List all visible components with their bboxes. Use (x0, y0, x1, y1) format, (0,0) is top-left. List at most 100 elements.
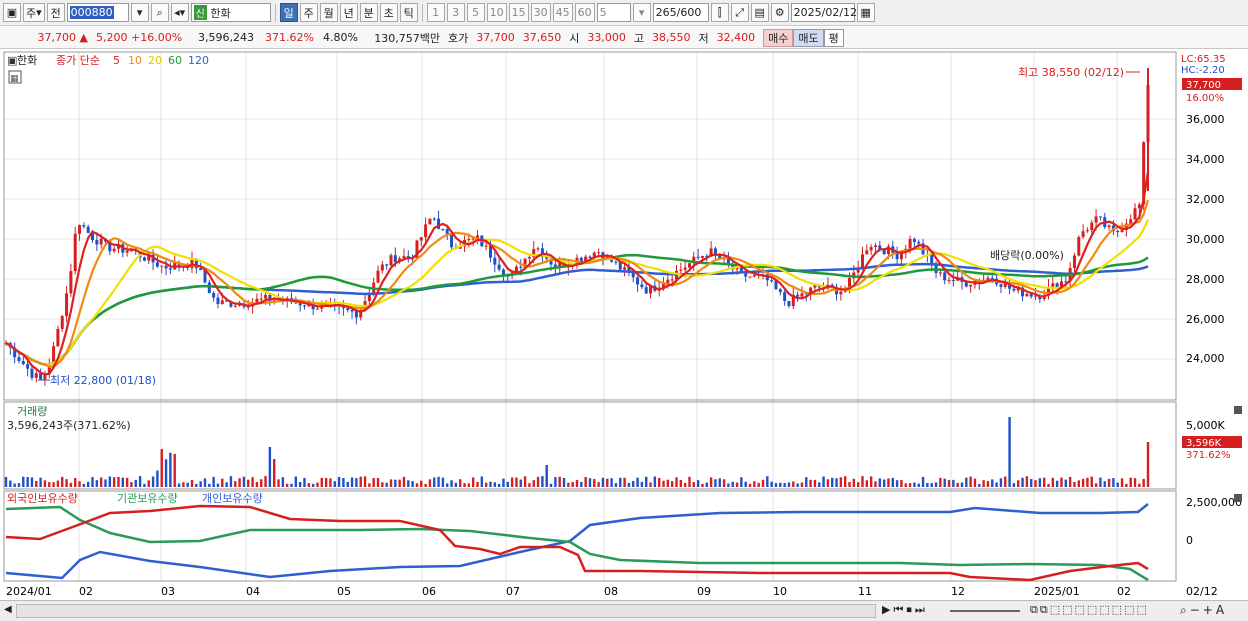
period-day-button[interactable]: 일 (279, 3, 298, 22)
volume-bar (195, 483, 198, 487)
volume-current-pct: 371.62% (1186, 450, 1231, 461)
chart-grid (4, 52, 1176, 581)
date-input[interactable]: 2025/02/12 (790, 3, 857, 22)
minute-10-button[interactable]: 10 (486, 3, 507, 22)
legend-stock-name[interactable]: 한화 (17, 54, 37, 67)
dropdown-icon[interactable]: ▾ (130, 3, 149, 22)
minute-30-button[interactable]: 30 (530, 3, 551, 22)
volume-bar (337, 476, 341, 487)
volume-bar (1125, 483, 1128, 487)
volume-bar (346, 481, 349, 487)
x-tick: 11 (858, 585, 872, 598)
buy-button[interactable]: 매수 (763, 28, 794, 47)
calendar-icon[interactable]: ▦ (856, 3, 875, 22)
period-week-select[interactable]: 주 ▾ (23, 3, 45, 22)
candle-body (1094, 216, 1098, 223)
volume-bar (99, 477, 103, 487)
candle-icon[interactable]: ⫿ (710, 3, 729, 22)
candle-body (748, 276, 752, 278)
legend-ma60[interactable]: 60 (168, 54, 182, 67)
crosshair-icon[interactable]: ⤢ (730, 3, 749, 22)
volume-bar (138, 476, 142, 487)
volume-bar (182, 482, 185, 487)
volume-bar (225, 482, 228, 487)
scroll-left-icon[interactable]: ◀ (4, 604, 12, 615)
sell-button[interactable]: 매도 (793, 28, 824, 47)
volume-bar (203, 478, 207, 487)
minute-5-button[interactable]: 5 (466, 3, 485, 22)
volume-close-icon[interactable] (1234, 406, 1242, 414)
candle-body (264, 294, 268, 299)
open-price: 33,000 (587, 31, 626, 44)
volume-bar (4, 476, 8, 487)
minute-45-button[interactable]: 45 (552, 3, 573, 22)
zoom-slider[interactable] (950, 610, 1020, 612)
period-year-button[interactable]: 년 (339, 3, 358, 22)
volume-bar (264, 476, 267, 487)
interval-dropdown-icon[interactable]: ▾ (632, 3, 651, 22)
volume-bar (852, 478, 856, 487)
volume-bar (463, 483, 466, 487)
period-month-button[interactable]: 월 (319, 3, 338, 22)
volume-bar (843, 476, 847, 487)
hoga-label: 호가 (448, 31, 469, 45)
volume-bar (978, 483, 981, 487)
candle-body (424, 224, 428, 238)
minute-3-button[interactable]: 3 (446, 3, 465, 22)
legend-ma20[interactable]: 20 (148, 54, 162, 67)
candle-body (155, 262, 159, 267)
scrollbar-track[interactable] (16, 604, 876, 618)
candle-body (125, 251, 129, 253)
holding-close-icon[interactable] (1234, 494, 1242, 502)
minute-15-button[interactable]: 15 (508, 3, 529, 22)
period-week-button[interactable]: 주 (299, 3, 318, 22)
count-input[interactable]: 265/600 (652, 3, 709, 22)
candle-body (1133, 208, 1137, 220)
prev-button[interactable]: 전 (46, 3, 65, 22)
volume-bar (1012, 483, 1016, 487)
tool-icons[interactable]: ⧉⧉⬚⬚⬚⬚⬚⬚⬚⬚ (1030, 603, 1149, 617)
volume-bar (675, 477, 678, 487)
volume-bar (160, 449, 163, 487)
period-second-button[interactable]: 초 (379, 3, 398, 22)
institution-holding-label[interactable]: 기관보유수량 (117, 492, 178, 505)
legend-close-label[interactable]: 종가 단순 (56, 54, 100, 67)
candle-body (168, 268, 172, 270)
candle-body (65, 293, 69, 317)
individual-holding-label[interactable]: 개인보유수량 (202, 492, 263, 505)
volume-bar (818, 482, 821, 487)
layout-icon[interactable]: ▣ (3, 3, 21, 22)
volume-bar (177, 483, 181, 487)
volume-bar (679, 479, 683, 487)
legend-ma5[interactable]: 5 (113, 54, 120, 67)
volume-bar (420, 480, 423, 487)
volume-bar (973, 478, 977, 487)
zoom-icons[interactable]: ⌕−+A (1180, 603, 1227, 618)
gear-icon[interactable]: ⚙ (770, 3, 789, 22)
average-button[interactable]: 평 (823, 28, 844, 47)
interval-input[interactable]: 5 (596, 3, 631, 22)
legend-ma120[interactable]: 120 (188, 54, 209, 67)
save-icon[interactable]: ▤ (750, 3, 769, 22)
volume-bar (683, 482, 687, 487)
foreign-holding-label[interactable]: 외국인보유수량 (7, 492, 78, 505)
period-tick-button[interactable]: 틱 (399, 3, 418, 22)
playback-controls[interactable]: ▶⏮⏹⏭ (882, 603, 928, 617)
candle-body (302, 305, 306, 307)
volume-bar (251, 477, 254, 487)
quote-bar: 37,700 ▲ 5,200 +16.00% 3,596,243 371.62%… (0, 27, 1248, 49)
minute-1-button[interactable]: 1 (426, 3, 445, 22)
volume-bar (52, 482, 55, 487)
stock-name-field[interactable]: 신 한화 (190, 3, 271, 22)
period-minute-button[interactable]: 분 (359, 3, 378, 22)
volume-bar (1094, 483, 1098, 487)
stock-chart[interactable]: ▣ 한화 종가 단순 5 10 20 60 120 ▦ 최고 38,550 (0… (0, 50, 1248, 600)
candle-body (450, 234, 454, 248)
search-icon[interactable]: ⌕ (150, 3, 169, 22)
volume-bar (1064, 479, 1068, 487)
speaker-icon[interactable]: ◂▾ (170, 3, 189, 22)
stock-code-input[interactable]: 000880 (66, 3, 129, 22)
volume-bar (459, 479, 462, 487)
legend-ma10[interactable]: 10 (128, 54, 142, 67)
minute-60-button[interactable]: 60 (574, 3, 595, 22)
